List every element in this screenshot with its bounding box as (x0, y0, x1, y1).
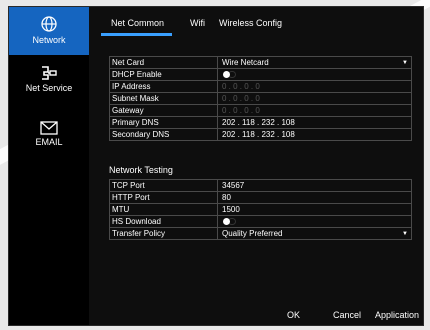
table-row: Gateway 0 . 0 . 0 . 0 (110, 105, 412, 117)
secondary-dns-field[interactable]: 202 . 118 . 232 . 108 (219, 129, 412, 140)
transfer-policy-value: Quality Preferred (222, 229, 283, 238)
table-row: Primary DNS 202 . 118 . 232 . 108 (110, 117, 412, 129)
table-row: HS Download (110, 216, 412, 228)
dropdown-caret-icon: ▼ (402, 231, 408, 237)
tab-wifi[interactable]: Wifi (190, 18, 205, 28)
row-label: Net Card (110, 57, 218, 68)
row-label: Primary DNS (110, 117, 218, 128)
row-label: Secondary DNS (110, 129, 218, 140)
envelope-icon (40, 121, 58, 135)
row-label: IP Address (110, 81, 218, 92)
tab-bar: Net Common Wifi Wireless Config (89, 7, 423, 41)
row-label: HS Download (110, 216, 218, 227)
sidebar-item-label: Net Service (25, 83, 73, 93)
row-label: Subnet Mask (110, 93, 218, 104)
net-card-select[interactable]: Wire Netcard ▼ (219, 57, 412, 68)
table-row: Secondary DNS 202 . 118 . 232 . 108 (110, 129, 412, 141)
table-row: Transfer Policy Quality Preferred ▼ (110, 228, 412, 240)
dhcp-enable-toggle[interactable] (223, 71, 237, 78)
ip-address-field[interactable]: 0 . 0 . 0 . 0 (219, 81, 412, 92)
mtu-field[interactable]: 1500 (219, 204, 412, 215)
row-label: TCP Port (110, 180, 218, 191)
tab-wireless-config[interactable]: Wireless Config (219, 18, 282, 28)
network-testing-table: TCP Port 34567 HTTP Port 80 MTU 1500 HS … (109, 179, 412, 240)
primary-dns-field[interactable]: 202 . 118 . 232 . 108 (219, 117, 412, 128)
row-label: HTTP Port (110, 192, 218, 203)
sidebar-item-net-service[interactable]: Net Service (9, 63, 89, 111)
row-label: Gateway (110, 105, 218, 116)
net-service-icon (42, 66, 57, 80)
gateway-field[interactable]: 0 . 0 . 0 . 0 (219, 105, 412, 116)
hs-download-cell (219, 216, 412, 227)
subnet-mask-field[interactable]: 0 . 0 . 0 . 0 (219, 93, 412, 104)
table-row: TCP Port 34567 (110, 180, 412, 192)
sidebar-item-network[interactable]: Network (9, 7, 89, 55)
tcp-port-field[interactable]: 34567 (219, 180, 412, 191)
sidebar: Network Net Service EMAIL (9, 7, 89, 325)
table-row: DHCP Enable (110, 69, 412, 81)
network-testing-title: Network Testing (109, 165, 173, 175)
table-row: Subnet Mask 0 . 0 . 0 . 0 (110, 93, 412, 105)
tab-net-common[interactable]: Net Common (100, 18, 173, 36)
table-row: IP Address 0 . 0 . 0 . 0 (110, 81, 412, 93)
toggle-knob (223, 218, 230, 225)
sidebar-item-label: Network (32, 35, 66, 45)
row-label: DHCP Enable (110, 69, 218, 80)
hs-download-toggle[interactable] (223, 218, 237, 225)
row-label: Transfer Policy (110, 228, 218, 239)
table-row: HTTP Port 80 (110, 192, 412, 204)
net-card-value: Wire Netcard (222, 58, 269, 67)
sidebar-item-email[interactable]: EMAIL (9, 117, 89, 165)
table-row: MTU 1500 (110, 204, 412, 216)
toggle-knob (223, 71, 230, 78)
transfer-policy-select[interactable]: Quality Preferred ▼ (219, 228, 412, 239)
application-button[interactable]: Application (375, 310, 419, 320)
cancel-button[interactable]: Cancel (333, 310, 361, 320)
sidebar-item-label: EMAIL (35, 137, 63, 147)
row-label: MTU (110, 204, 218, 215)
settings-window: Network Net Service EMAIL Net Common Wif… (8, 6, 424, 326)
dhcp-enable-cell (219, 69, 412, 80)
dropdown-caret-icon: ▼ (402, 60, 408, 66)
ok-button[interactable]: OK (287, 310, 300, 320)
net-common-table: Net Card Wire Netcard ▼ DHCP Enable IP A… (109, 56, 412, 141)
globe-icon (41, 16, 57, 32)
table-row: Net Card Wire Netcard ▼ (110, 57, 412, 69)
http-port-field[interactable]: 80 (219, 192, 412, 203)
main-panel: Net Common Wifi Wireless Config Net Card… (89, 7, 423, 325)
